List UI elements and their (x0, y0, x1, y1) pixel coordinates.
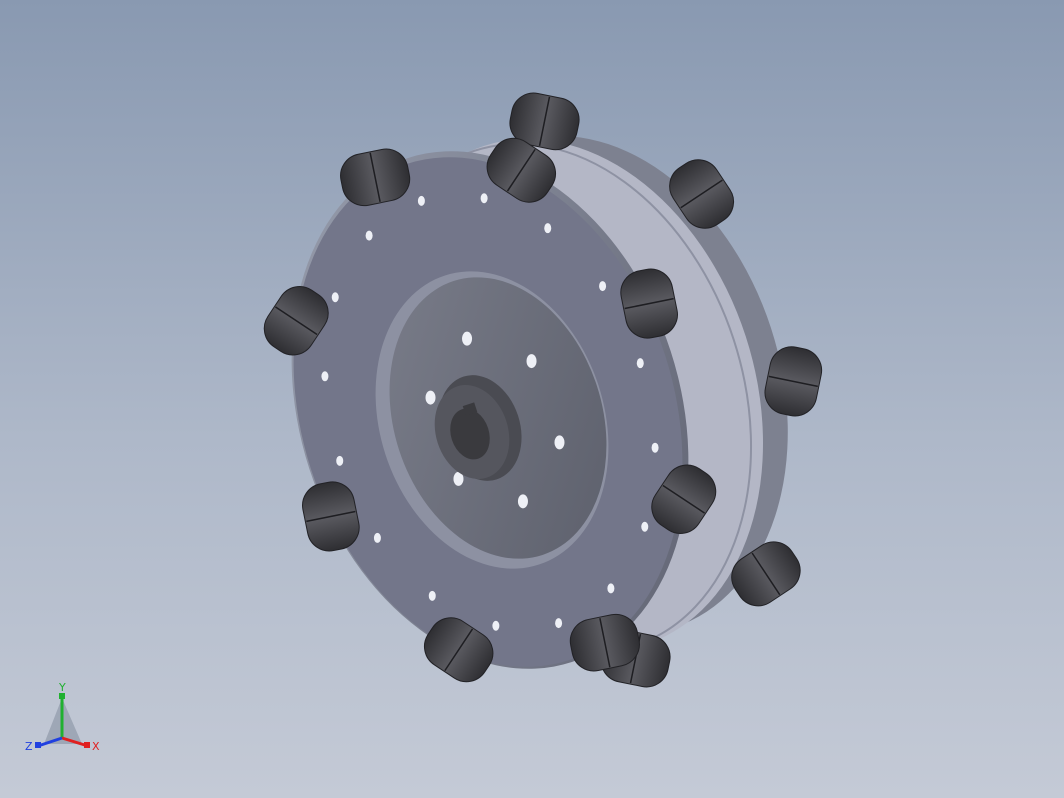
hub-hole (554, 435, 565, 450)
omni-wheel-model[interactable] (0, 0, 1064, 798)
x-axis-cube (84, 742, 90, 748)
plate-hole (544, 223, 552, 234)
y-axis-label: Y (58, 681, 66, 694)
graphics-viewport[interactable]: Y X Z (0, 0, 1064, 798)
x-axis-label: X (92, 740, 100, 753)
z-axis-cube (35, 742, 41, 748)
plate-hole (555, 618, 563, 629)
hub-hole (462, 331, 473, 346)
plate-hole (599, 281, 607, 292)
orientation-triad[interactable]: Y X Z (22, 680, 112, 770)
plate-hole (373, 532, 381, 543)
plate-hole (417, 195, 425, 206)
plate-hole (651, 442, 659, 453)
plate-hole (641, 521, 649, 532)
hub-hole (517, 494, 528, 509)
plate-hole (331, 292, 339, 303)
hub-hole (526, 354, 537, 369)
plate-hole (492, 620, 500, 631)
plate-hole (636, 358, 644, 369)
hub-hole (425, 390, 436, 405)
plate-hole (321, 371, 329, 382)
plate-hole (428, 590, 436, 601)
plate-hole (336, 455, 344, 466)
plate-hole (607, 583, 615, 594)
plate-hole (480, 193, 488, 204)
z-axis-label: Z (25, 740, 33, 753)
plate-hole (365, 230, 373, 241)
